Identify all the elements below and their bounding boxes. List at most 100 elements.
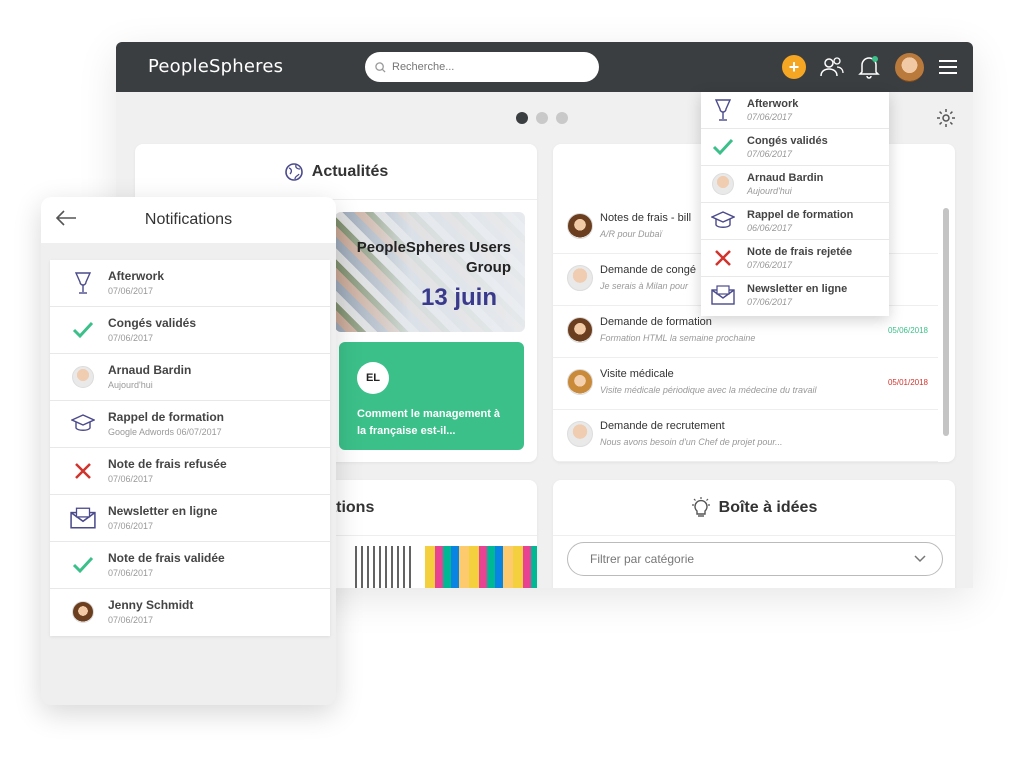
envelope-icon — [70, 505, 96, 531]
scrollbar[interactable] — [943, 208, 949, 436]
dropdown-item[interactable]: Note de frais rejetée 07/06/2017 — [701, 240, 889, 277]
user-avatar[interactable] — [895, 53, 924, 82]
bell-icon[interactable] — [857, 55, 881, 79]
category-filter-select[interactable]: Filtrer par catégorie — [567, 542, 943, 576]
page-title: Notifications — [144, 211, 233, 228]
article-title: Comment le management à la française est… — [357, 408, 501, 437]
dropdown-item-date: 07/06/2017 — [747, 149, 793, 159]
article-card[interactable]: EL Comment le management à la française … — [339, 342, 524, 450]
news-card-title: Actualités — [311, 162, 389, 180]
mobile-header: Notifications — [41, 197, 336, 243]
notification-label: Congés validés — [108, 316, 197, 330]
ideas-card-title: Boîte à idées — [718, 498, 818, 516]
notification-label: Rappel de formation — [108, 410, 225, 424]
news-image-title: PeopleSpheres Users Group — [356, 239, 511, 276]
lightbulb-icon — [691, 496, 710, 517]
chevron-down-icon — [914, 555, 926, 563]
carousel-dot[interactable] — [556, 112, 568, 124]
avatar — [567, 213, 593, 239]
search-icon — [375, 61, 386, 73]
notification-item[interactable]: Note de frais validée 07/06/2017 — [50, 542, 330, 589]
request-subtitle: Je serais à Milan pour — [600, 281, 689, 291]
check-icon — [70, 317, 96, 343]
check-icon — [70, 552, 96, 578]
notification-date: 07/06/2017 — [108, 521, 154, 531]
notification-item[interactable]: Jenny Schmidt 07/06/2017 — [50, 589, 330, 636]
add-button[interactable]: + — [782, 55, 806, 79]
news-image-date: 13 juin — [420, 284, 497, 311]
dropdown-item-title: Arnaud Bardin — [747, 172, 824, 184]
carousel-dot[interactable] — [536, 112, 548, 124]
back-arrow-icon[interactable] — [55, 209, 77, 232]
article-badge: EL — [357, 362, 389, 394]
notification-date: 07/06/2017 — [108, 333, 154, 343]
notification-item[interactable]: Congés validés 07/06/2017 — [50, 307, 330, 354]
avatar — [567, 369, 593, 395]
request-subtitle: Nous avons besoin d'un Chef de projet po… — [600, 437, 783, 447]
graduation-cap-icon — [70, 411, 96, 437]
carousel-dot[interactable] — [516, 112, 528, 124]
globe-icon — [284, 162, 303, 181]
formation-image[interactable] — [425, 546, 537, 588]
notification-date: 07/06/2017 — [108, 474, 154, 484]
dropdown-item[interactable]: Newsletter en ligne 07/06/2017 — [701, 277, 889, 314]
category-filter-label: Filtrer par catégorie — [590, 552, 695, 566]
glass-icon — [70, 270, 96, 296]
dropdown-item-title: Afterwork — [747, 98, 799, 110]
notification-item[interactable]: Afterwork 07/06/2017 — [50, 260, 330, 307]
notification-date: 07/06/2017 — [108, 568, 154, 578]
carousel-dots — [516, 112, 568, 124]
request-title: Notes de frais - bill — [600, 212, 692, 224]
notification-date: 07/06/2017 — [108, 286, 154, 296]
notification-label: Note de frais validée — [108, 551, 225, 565]
request-subtitle: Visite médicale périodique avec la médec… — [600, 385, 817, 395]
dropdown-item[interactable]: Congés validés 07/06/2017 — [701, 129, 889, 166]
dropdown-item-date: 07/06/2017 — [747, 260, 793, 270]
dropdown-item-date: 07/06/2017 — [747, 297, 793, 307]
mobile-notifications-panel: Notifications Afterwork 07/06/2017 Congé… — [41, 197, 336, 705]
scrollbar-thumb[interactable] — [943, 208, 949, 436]
ideas-card: Boîte à idées Filtrer par catégorie — [553, 480, 955, 588]
cross-icon — [711, 246, 735, 270]
avatar — [567, 421, 593, 447]
notifications-dropdown: Afterwork 07/06/2017 Congés validés 07/0… — [701, 92, 889, 316]
cross-icon — [70, 458, 96, 484]
hamburger-menu-icon[interactable] — [936, 55, 960, 79]
notification-item[interactable]: Rappel de formation Google Adwords 06/07… — [50, 401, 330, 448]
notification-item[interactable]: Newsletter en ligne 07/06/2017 — [50, 495, 330, 542]
notification-item[interactable]: Note de frais refusée 07/06/2017 — [50, 448, 330, 495]
app-logo[interactable]: PeopleSpheres — [148, 56, 283, 77]
request-row[interactable]: Visite médicale Visite médicale périodiq… — [553, 358, 938, 410]
avatar — [567, 265, 593, 291]
avatar — [711, 172, 735, 196]
request-row[interactable]: Demande de recrutement Nous avons besoin… — [553, 410, 938, 462]
gear-icon[interactable] — [936, 108, 956, 133]
notification-label: Note de frais refusée — [108, 457, 227, 471]
avatar — [70, 364, 96, 390]
dropdown-item[interactable]: Rappel de formation 06/06/2017 — [701, 203, 889, 240]
search-input[interactable] — [392, 61, 582, 73]
news-image[interactable]: PeopleSpheres Users Group 13 juin — [335, 212, 525, 332]
notifications-list: Afterwork 07/06/2017 Congés validés 07/0… — [50, 260, 330, 636]
avatar — [70, 599, 96, 625]
graduation-cap-icon — [711, 209, 735, 233]
request-subtitle: Formation HTML la semaine prochaine — [600, 333, 756, 343]
dropdown-item[interactable]: Afterwork 07/06/2017 — [701, 92, 889, 129]
request-title: Demande de congé — [600, 264, 697, 276]
dropdown-item-date: 07/06/2017 — [747, 112, 793, 122]
request-date: 05/01/2018 — [887, 378, 928, 387]
dropdown-item-title: Note de frais rejetée — [747, 246, 853, 258]
check-icon — [711, 135, 735, 159]
request-subtitle: A/R pour Dubaï — [600, 229, 663, 239]
formation-image[interactable] — [355, 546, 415, 588]
news-card-header: Actualités — [135, 144, 537, 200]
notification-item[interactable]: Arnaud Bardin Aujourd'hui — [50, 354, 330, 401]
ideas-card-header: Boîte à idées — [553, 480, 955, 536]
search-bar[interactable] — [365, 52, 599, 82]
notification-date: Google Adwords 06/07/2017 — [108, 427, 222, 437]
users-icon[interactable] — [820, 55, 844, 79]
notification-label: Arnaud Bardin — [108, 363, 192, 377]
notification-label: Jenny Schmidt — [108, 598, 194, 612]
dropdown-item-date: Aujourd'hui — [747, 186, 792, 196]
dropdown-item[interactable]: Arnaud Bardin Aujourd'hui — [701, 166, 889, 203]
